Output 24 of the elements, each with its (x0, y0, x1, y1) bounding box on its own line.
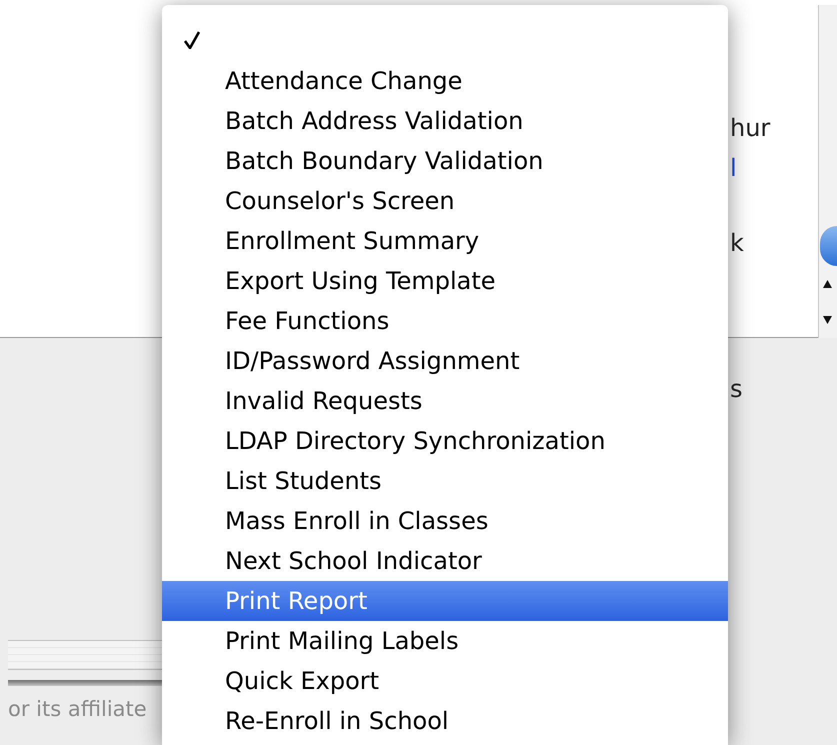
menu-item[interactable]: Next School Indicator (162, 541, 728, 581)
menu-item[interactable]: Attendance Change (162, 61, 728, 101)
menu-item[interactable]: Print Mailing Labels (162, 621, 728, 661)
menu-item[interactable]: LDAP Directory Synchronization (162, 421, 728, 461)
menu-item[interactable]: Batch Boundary Validation (162, 141, 728, 181)
menu-item[interactable]: Mass Enroll in Classes (162, 501, 728, 541)
label-text-fragment: s (730, 377, 743, 401)
menu-item[interactable]: Export Using Template (162, 261, 728, 301)
list-text-fragment: k (730, 231, 744, 255)
scroll-down-icon[interactable] (823, 316, 832, 324)
footer-text: or its affiliate (8, 696, 147, 723)
list-text-fragment: l (730, 156, 737, 180)
menu-item[interactable]: Re-Enroll in School (162, 701, 728, 741)
menu-item[interactable]: Counselor's Screen (162, 181, 728, 221)
scroll-up-icon[interactable] (823, 280, 832, 288)
menu-item[interactable]: ID/Password Assignment (162, 341, 728, 381)
menu-item[interactable]: List Students (162, 461, 728, 501)
menu-item[interactable]: Invalid Requests (162, 381, 728, 421)
menu-item[interactable]: Print Report (162, 581, 728, 621)
menu-item[interactable]: Enrollment Summary (162, 221, 728, 261)
menu-item[interactable]: Batch Address Validation (162, 101, 728, 141)
menu-item[interactable]: Fee Functions (162, 301, 728, 341)
list-text-fragment: hur (730, 116, 770, 140)
menu-item[interactable]: Quick Export (162, 661, 728, 701)
